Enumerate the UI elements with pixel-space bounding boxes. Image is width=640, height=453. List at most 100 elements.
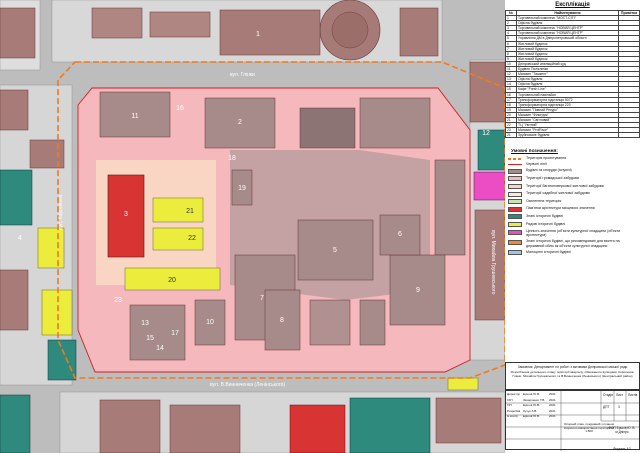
legend-item: Знані історичні будівлі [508, 214, 640, 220]
number-label: 16 [176, 105, 184, 112]
number-label: 6 [398, 231, 402, 238]
building-south-right [359, 299, 386, 346]
number-label: 1 [256, 31, 260, 38]
south-yellow [447, 377, 479, 391]
number-label: 3 [124, 211, 128, 218]
west-building-3 [0, 269, 29, 331]
sheets-header: Листів [628, 393, 638, 397]
west-building-2 [29, 139, 65, 169]
legend-item: Території садибної житлової забудови [508, 191, 640, 197]
north-building-a [219, 9, 321, 56]
legend-title: Умовні позначення: [511, 149, 558, 154]
legend-label: Будівлі та споруди (існуючі) [526, 168, 572, 173]
legend-item: Знані історичні будівлі, що рекомендован… [508, 239, 640, 248]
number-label: 18 [228, 155, 236, 162]
north-building-b [149, 11, 211, 38]
legend-swatch [508, 184, 522, 190]
legend-label: Території громадської забудови [526, 175, 579, 180]
west-yellow-1 [37, 227, 65, 269]
signature-name: Ершов Ю.В. [523, 414, 540, 418]
building-hatched [299, 107, 356, 149]
legend-swatch [508, 214, 522, 220]
right-panel: Експлікація № Найменування Примітка 1 Тор… [505, 0, 640, 453]
number-label: 9 [416, 287, 420, 294]
format-label: Формат А2 [613, 447, 631, 451]
stage-value: ДПТ [603, 405, 610, 409]
signature-date: 2021 [549, 414, 556, 418]
south-teal [349, 397, 431, 453]
legend-label: Території багатоповерхової житлової забу… [526, 183, 604, 188]
row-name: Зруйноване будівля [516, 132, 619, 139]
number-label: 2 [238, 119, 242, 126]
legend-swatch [508, 222, 522, 228]
street-label-south: вул. В.Винниченка (Ленінського) [210, 382, 285, 388]
street-label-east: вул. Михайла Грушевського [490, 230, 497, 295]
legend: Умовні позначення: Територія проектуванн… [505, 149, 640, 257]
sheet-value: 3 [618, 405, 620, 409]
number-label: 21 [186, 208, 194, 215]
legend-item: Червоні лінії [508, 162, 640, 166]
explication-row: 21 Зруйноване будівля [505, 132, 640, 139]
signature-row: Н.контр. Ершов Ю.В. 2021 [507, 414, 561, 420]
street-label-north: вул. Глінки [230, 72, 255, 78]
project-text: Розроблення детального плану території к… [510, 370, 635, 378]
legend-swatch [508, 250, 522, 256]
title-block-header: Замовник: Департамент по роботі з актива… [505, 362, 640, 390]
north-building-d [399, 7, 439, 57]
legend-label: Пам'ятки архітектури місцевого значення [526, 206, 595, 211]
row-note [618, 132, 640, 139]
legend-item: Будівлі та споруди (існуючі) [508, 168, 640, 174]
number-label: 19 [238, 185, 246, 192]
legend-item: Території громадської забудови [508, 176, 640, 182]
legend-item: Пам'ятки архітектури місцевого значення [508, 206, 640, 212]
legend-swatch [508, 229, 522, 235]
legend-label: Території садибної житлової забудови [526, 191, 590, 196]
legend-swatch [508, 168, 522, 174]
explication-table: № Найменування Примітка 1 Торговельний ко… [505, 9, 640, 139]
south-building-3 [435, 397, 502, 444]
building-north-right [359, 97, 431, 149]
east-building-2 [474, 209, 505, 321]
east-building-1 [469, 61, 505, 123]
street-label-west: вул. Короленка [58, 194, 64, 230]
building-east [434, 159, 466, 256]
number-label: 22 [188, 235, 196, 242]
legend-label: Знані історичні будівлі [526, 213, 564, 218]
legend-item: Рядові історичні будівлі [508, 222, 640, 228]
number-label: 12 [482, 130, 490, 137]
legend-label: Цінність значення (об'єкти культурної сп… [526, 229, 621, 238]
customer-text: Замовник: Департамент по роботі з актива… [517, 365, 628, 369]
number-label: 13 [141, 320, 149, 327]
legend-item: Малоцінні історичні будівлі [508, 250, 640, 256]
west-yellow-2 [41, 289, 73, 336]
number-label: 14 [156, 345, 164, 352]
legend-item: Території багатоповерхової житлової забу… [508, 184, 640, 190]
organization: ФОП Ершов Ю. В. м.Дніпро [608, 426, 636, 434]
west-teal-2 [47, 339, 77, 381]
signature-role: Н.контр. [507, 414, 519, 418]
building-south-mid [309, 299, 351, 346]
number-label: 7 [260, 295, 264, 302]
legend-swatch [508, 199, 522, 205]
title-block: Замовник: Департамент по роботі з актива… [505, 362, 640, 453]
south-red [289, 404, 346, 453]
legend-label: Територія проектування [526, 156, 567, 160]
number-label: 5 [333, 247, 337, 254]
legend-swatch [508, 164, 522, 166]
legend-swatch [508, 206, 522, 212]
legend-swatch [508, 176, 522, 182]
row-number: 21 [505, 132, 517, 139]
site-plan-map: вул. Глінки вул. В.Винниченка (Ленінсько… [0, 0, 505, 453]
number-label: 8 [280, 317, 284, 324]
number-label: 10 [206, 319, 214, 326]
west-teal-1 [0, 169, 33, 226]
explication-title: Експлікація [555, 2, 590, 8]
number-label: 11 [131, 113, 138, 120]
sheet-header: Лист [616, 393, 623, 397]
signature-rows: Директор Ершов Ю.В. 2021 ГАП Захарченко Т.В.… [507, 392, 561, 420]
legend-label: Знані історичні будівлі, що рекомендован… [526, 239, 620, 248]
legend-label: Малоцінні історичні будівлі [526, 249, 571, 254]
legend-swatch [508, 191, 522, 197]
north-building-c [91, 7, 143, 39]
legend-items: Територія проектування Червоні лінії Будів… [505, 156, 640, 256]
